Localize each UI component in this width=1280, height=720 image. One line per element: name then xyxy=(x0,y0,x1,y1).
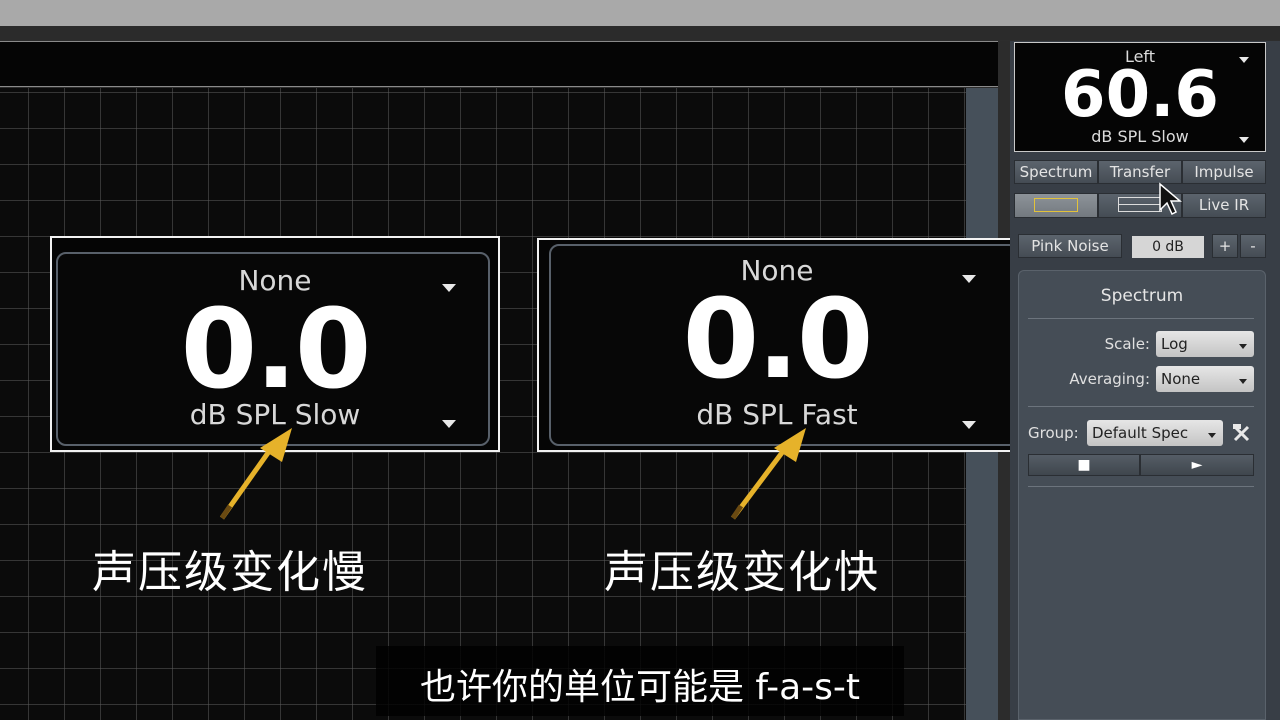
plot-header xyxy=(0,41,999,87)
level-plus-button[interactable]: + xyxy=(1212,234,1238,258)
video-subtitle-box: 也许你的单位可能是 f-a-s-t xyxy=(376,646,904,716)
mouse-cursor-icon xyxy=(1159,182,1182,216)
caption-slow: 声压级变化慢 xyxy=(92,547,368,598)
window-top-bar xyxy=(0,0,1280,26)
meter-slow-unit-dropdown-icon[interactable] xyxy=(442,420,456,428)
single-pane-icon xyxy=(1034,198,1078,212)
level-minus-button[interactable]: - xyxy=(1240,234,1266,258)
stop-button[interactable]: ■ xyxy=(1028,454,1140,476)
generator-level-field[interactable]: 0 dB xyxy=(1132,236,1204,258)
scale-label: Scale: xyxy=(1104,335,1150,353)
scale-dropdown-icon xyxy=(1239,344,1247,349)
level-readout: Left 60.6 dB SPL Slow xyxy=(1014,42,1266,152)
pink-noise-button[interactable]: Pink Noise xyxy=(1018,234,1122,258)
scale-dropdown[interactable]: Log xyxy=(1156,331,1254,357)
tab-transfer[interactable]: Transfer xyxy=(1098,160,1182,184)
group-value: Default Spec xyxy=(1092,424,1189,442)
meter-slow-unit[interactable]: dB SPL Slow xyxy=(52,398,498,431)
caption-fast: 声压级变化快 xyxy=(604,547,880,598)
group-dropdown-icon xyxy=(1208,433,1216,438)
group-dropdown[interactable]: Default Spec xyxy=(1087,420,1223,446)
averaging-value: None xyxy=(1161,370,1201,388)
tools-icon[interactable] xyxy=(1231,422,1253,444)
meter-fast-unit-dropdown-icon[interactable] xyxy=(962,421,976,429)
meter-fast-source-dropdown-icon[interactable] xyxy=(962,275,976,283)
averaging-label: Averaging: xyxy=(1069,370,1150,388)
tab-spectrum[interactable]: Spectrum xyxy=(1014,160,1098,184)
spectrum-panel-title: Spectrum xyxy=(1100,286,1184,306)
divider-3 xyxy=(1028,486,1254,487)
divider-2 xyxy=(1028,406,1254,407)
readout-unit-dropdown-icon[interactable] xyxy=(1239,137,1249,143)
meter-fast-value: 0.0 xyxy=(682,275,874,403)
split-pane-icon xyxy=(1118,197,1162,212)
single-pane-button[interactable] xyxy=(1014,193,1098,218)
meter-fast: None 0.0 dB SPL Fast xyxy=(537,238,1019,452)
video-subtitle: 也许你的单位可能是 f-a-s-t xyxy=(419,667,861,708)
split-pane-line xyxy=(1119,204,1161,205)
meter-slow-source-dropdown-icon[interactable] xyxy=(442,284,456,292)
averaging-dropdown-icon xyxy=(1239,379,1247,384)
divider-1 xyxy=(1028,318,1254,319)
tab-impulse[interactable]: Impulse xyxy=(1182,160,1266,184)
live-ir-button[interactable]: Live IR xyxy=(1182,193,1266,218)
scale-value: Log xyxy=(1161,335,1188,353)
readout-unit[interactable]: dB SPL Slow xyxy=(1015,127,1265,146)
play-button[interactable]: ► xyxy=(1140,454,1254,476)
readout-value: 60.6 xyxy=(1061,58,1219,132)
meter-slow: None 0.0 dB SPL Slow xyxy=(50,236,500,452)
averaging-dropdown[interactable]: None xyxy=(1156,366,1254,392)
meter-fast-unit[interactable]: dB SPL Fast xyxy=(539,398,1015,431)
group-label: Group: xyxy=(1028,424,1079,442)
meter-slow-value: 0.0 xyxy=(180,285,372,413)
top-bar-shadow xyxy=(0,26,1280,40)
